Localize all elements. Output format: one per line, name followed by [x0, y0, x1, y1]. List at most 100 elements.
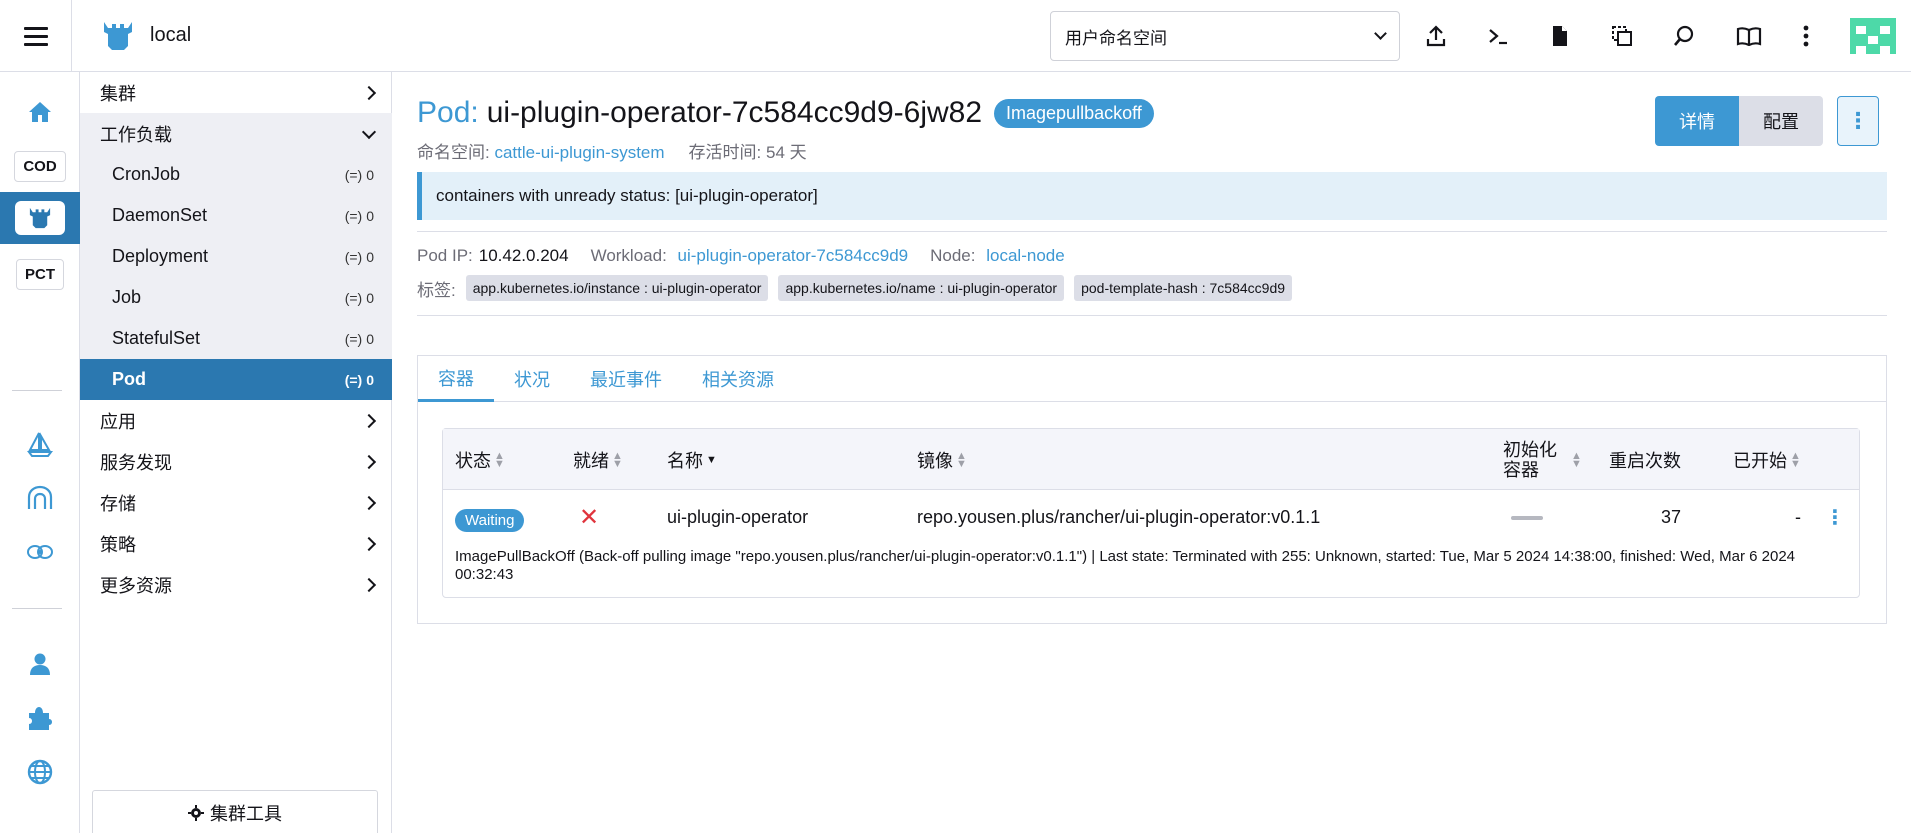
- nav-item-label: CronJob: [112, 164, 181, 184]
- not-ready-icon: ✕: [579, 504, 600, 531]
- detail-button[interactable]: 详情: [1655, 96, 1739, 146]
- nav-group-apps[interactable]: 应用: [80, 400, 392, 441]
- upload-icon[interactable]: [1420, 20, 1452, 52]
- col-name[interactable]: 名称 ▼: [667, 429, 717, 490]
- config-button[interactable]: 配置: [1739, 96, 1823, 146]
- col-init-container[interactable]: 初始化 容器 ▲ ▼: [1503, 429, 1582, 490]
- kubectl-shell-icon[interactable]: [1482, 20, 1514, 52]
- resource-count-icon: (=): [344, 330, 363, 347]
- more-vertical-icon[interactable]: [1790, 20, 1822, 52]
- file-icon[interactable]: [1544, 20, 1576, 52]
- age-info: 存活时间: 54 天: [688, 143, 807, 162]
- cluster-local[interactable]: [0, 192, 80, 244]
- cluster-cod[interactable]: COD: [0, 146, 80, 186]
- tab-containers[interactable]: 容器: [418, 356, 494, 402]
- sort-icon: ▲ ▼: [1571, 449, 1582, 470]
- cluster-name[interactable]: local: [150, 24, 191, 47]
- resource-count-icon: (=): [344, 248, 363, 265]
- nav-group-more-resources[interactable]: 更多资源: [80, 564, 392, 605]
- view-toggle: 详情 配置: [1655, 96, 1823, 146]
- nav-group-workloads[interactable]: 工作负载: [80, 113, 392, 154]
- network-icon[interactable]: [0, 532, 80, 572]
- menu-icon[interactable]: [0, 0, 72, 72]
- copy-config-icon[interactable]: [1606, 20, 1638, 52]
- divider: [417, 231, 1887, 232]
- node-link[interactable]: local-node: [986, 246, 1064, 265]
- cluster-pct[interactable]: PCT: [0, 254, 80, 294]
- pod-ip: Pod IP: 10.42.0.204: [417, 246, 569, 265]
- chevron-right-icon: [361, 495, 377, 510]
- user-avatar[interactable]: [1850, 18, 1896, 54]
- namespace-info: 命名空间: cattle-ui-plugin-system: [417, 143, 665, 162]
- home-icon[interactable]: [0, 92, 80, 132]
- fleet-icon[interactable]: [0, 478, 80, 518]
- label-tag: app.kubernetes.io/instance : ui-plugin-o…: [465, 275, 769, 301]
- book-icon[interactable]: [1733, 20, 1765, 52]
- col-state[interactable]: 状态 ▲ ▼: [455, 429, 505, 490]
- col-started[interactable]: 已开始 ▲ ▼: [1733, 429, 1801, 490]
- row-actions-icon[interactable]: ⋮: [1825, 505, 1845, 530]
- nav-item-count: (=) 0: [344, 330, 374, 347]
- main-content: Pod: ui-plugin-operator-7c584cc9d9-6jw82…: [393, 72, 1911, 833]
- nav-item-deployment[interactable]: Deployment (=) 0: [80, 236, 392, 277]
- row-state: Waiting: [455, 509, 525, 532]
- row-message: ImagePullBackOff (Back-off pulling image…: [455, 548, 1796, 583]
- pod-name: ui-plugin-operator-7c584cc9d9-6jw82: [486, 96, 983, 129]
- namespace-select[interactable]: 用户命名空间: [1050, 11, 1400, 61]
- sort-icon: ▲ ▼: [1790, 449, 1801, 470]
- namespace-link[interactable]: cattle-ui-plugin-system: [494, 143, 664, 162]
- cluster-logo-icon: [104, 22, 132, 50]
- actions-more-icon[interactable]: ⋮: [1837, 96, 1879, 146]
- search-icon[interactable]: [1668, 20, 1700, 52]
- row-restarts: 37: [1661, 507, 1682, 527]
- nav-item-label: DaemonSet: [112, 205, 208, 225]
- extensions-icon[interactable]: [0, 698, 80, 738]
- chevron-right-icon: [361, 577, 377, 592]
- nav-item-statefulset[interactable]: StatefulSet (=) 0: [80, 318, 392, 359]
- chevron-down-icon: [1374, 27, 1387, 40]
- nav-item-label: Deployment: [112, 246, 209, 266]
- cluster-tools-button[interactable]: 集群工具: [92, 790, 378, 833]
- status-badge: Imagepullbackoff: [994, 98, 1154, 128]
- col-ready[interactable]: 就绪 ▲ ▼: [573, 429, 623, 490]
- resource-count-icon: (=): [344, 166, 363, 183]
- label-tag: app.kubernetes.io/name : ui-plugin-opera…: [778, 275, 1065, 301]
- nav-item-label: Job: [112, 287, 142, 307]
- tab-recent-events[interactable]: 最近事件: [570, 356, 682, 402]
- nav-group-label: 集群: [100, 83, 136, 104]
- nav-group-storage[interactable]: 存储: [80, 482, 392, 523]
- pod-info: Pod IP: 10.42.0.204 Workload: ui-plugin-o…: [417, 246, 1065, 266]
- namespace-select-value: 用户命名空间: [1065, 28, 1167, 48]
- nav-item-count: (=) 0: [344, 166, 374, 183]
- nav-group-service-discovery[interactable]: 服务发现: [80, 441, 392, 482]
- app-rail: COD PCT: [0, 72, 80, 833]
- nav-item-cronjob[interactable]: CronJob (=) 0: [80, 154, 392, 195]
- row-name: ui-plugin-operator: [667, 507, 809, 527]
- containers-table: 状态 ▲ ▼ 就绪 ▲ ▼ 名称 ▼ 镜像 ▲ ▼ 初始化 容器 ▲ ▼ 重启次数 已开始 ▲ ▼ Wa…: [442, 428, 1860, 598]
- tab-conditions[interactable]: 状况: [494, 356, 570, 402]
- workload-link[interactable]: ui-plugin-operator-7c584cc9d9: [678, 246, 909, 265]
- user-icon[interactable]: [0, 644, 80, 684]
- pod-workload: Workload: ui-plugin-operator-7c584cc9d9: [590, 246, 909, 265]
- cluster-pct-label: PCT: [16, 258, 64, 290]
- col-restarts[interactable]: 重启次数: [1609, 429, 1681, 490]
- init-container-dash: [1511, 516, 1543, 520]
- col-image[interactable]: 镜像 ▲ ▼: [917, 429, 967, 490]
- divider: [417, 315, 1887, 316]
- globe-icon[interactable]: [0, 752, 80, 792]
- cluster-cod-label: COD: [14, 150, 66, 182]
- nav-group-policy[interactable]: 策略: [80, 523, 392, 564]
- nav-group-cluster[interactable]: 集群: [80, 72, 392, 113]
- nav-item-label: Pod: [112, 369, 146, 389]
- nav-item-daemonset[interactable]: DaemonSet (=) 0: [80, 195, 392, 236]
- sailboat-icon[interactable]: [0, 424, 80, 464]
- nav-group-label: 服务发现: [100, 452, 172, 473]
- nav-item-job[interactable]: Job (=) 0: [80, 277, 392, 318]
- tab-related-resources[interactable]: 相关资源: [682, 356, 794, 402]
- chevron-right-icon: [361, 413, 377, 428]
- nav-group-label: 工作负载: [100, 124, 172, 145]
- pod-labels: 标签: app.kubernetes.io/instance : ui-plug…: [417, 275, 1293, 301]
- tab-bar: 容器 状况 最近事件 相关资源: [418, 356, 1886, 402]
- nav-group-label: 更多资源: [100, 575, 172, 596]
- nav-item-pod[interactable]: Pod (=) 0: [80, 359, 392, 400]
